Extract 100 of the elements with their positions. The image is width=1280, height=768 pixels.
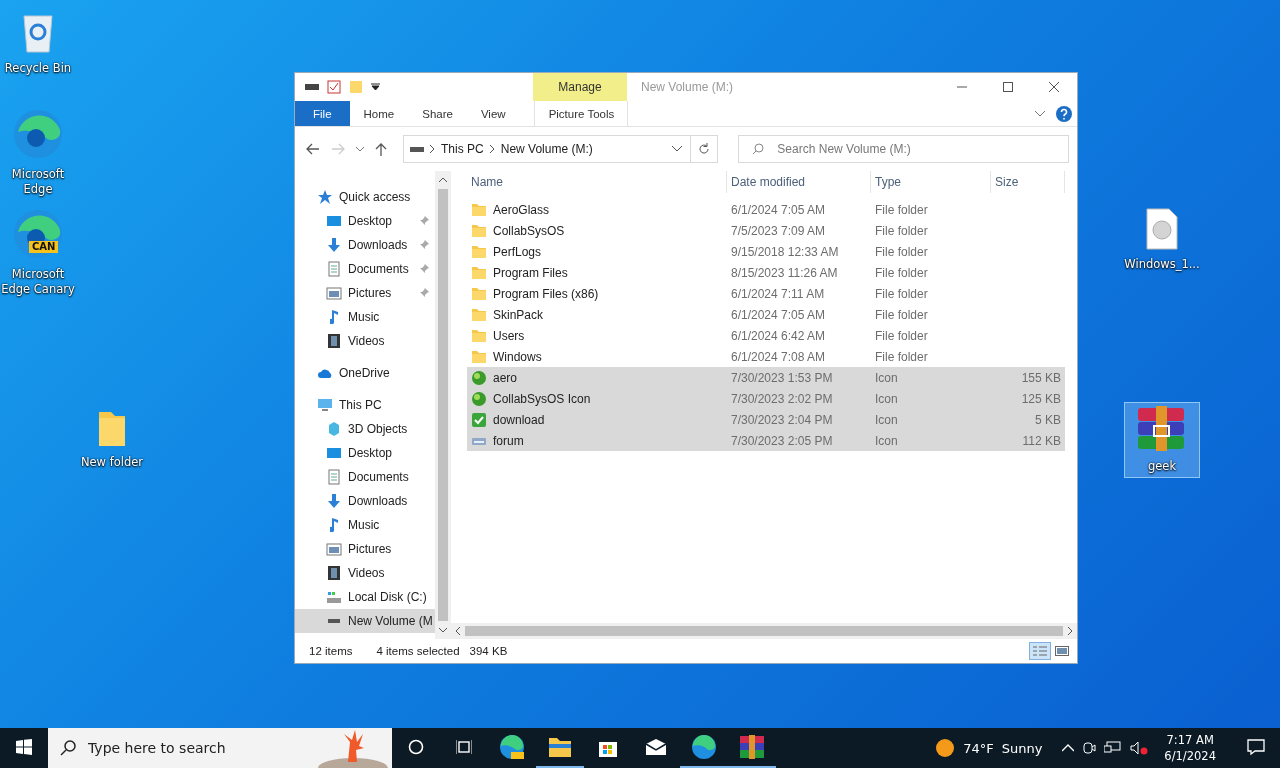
nav-item[interactable]: Desktop xyxy=(295,209,435,233)
nav-item[interactable]: Documents xyxy=(295,257,435,281)
file-row[interactable]: CollabSysOS Icon 7/30/2023 2:02 PM Icon 125 KB xyxy=(467,388,1065,409)
nav-item[interactable]: Videos xyxy=(295,329,435,353)
down-arrow-icon xyxy=(326,493,342,509)
drive-icon xyxy=(410,145,425,153)
drive-icon xyxy=(305,83,319,91)
desktop-icon[interactable]: New folder xyxy=(74,404,150,474)
vertical-scrollbar[interactable] xyxy=(435,171,451,639)
properties-icon[interactable] xyxy=(327,80,341,94)
computer-icon xyxy=(317,397,333,413)
nav-item[interactable]: New Volume (M xyxy=(295,609,435,633)
taskbar-search-field[interactable]: Type here to search xyxy=(48,728,392,768)
scroll-down-icon[interactable] xyxy=(439,625,447,635)
ribbon-tab[interactable]: File xyxy=(295,101,350,126)
refresh-icon xyxy=(698,143,711,155)
picture-icon xyxy=(326,541,342,557)
desktop-icon[interactable]: Windows_1... xyxy=(1124,204,1200,276)
nav-item[interactable]: Pictures xyxy=(295,281,435,305)
cube-icon xyxy=(326,421,342,437)
breadcrumb[interactable]: New Volume (M:) xyxy=(500,142,593,156)
nav-item[interactable]: OneDrive xyxy=(295,361,435,385)
network-icon[interactable] xyxy=(1104,741,1123,755)
folder-icon xyxy=(471,201,487,218)
help-icon[interactable] xyxy=(1055,104,1073,123)
nav-item[interactable]: This PC xyxy=(295,393,435,417)
picture-icon xyxy=(326,285,342,301)
folder-icon xyxy=(471,306,487,323)
nav-item[interactable]: Documents xyxy=(295,465,435,489)
selection-size: 394 KB xyxy=(469,645,508,657)
desktop-icon-label: Microsoft Edge Canary xyxy=(1,267,75,297)
nav-item[interactable]: 3D Objects xyxy=(295,417,435,441)
task-view-icon xyxy=(456,740,472,754)
pin-icon xyxy=(419,288,429,298)
folder-icon xyxy=(471,285,487,302)
monitor-icon xyxy=(326,213,342,229)
scroll-up-icon[interactable] xyxy=(439,175,447,185)
file-row[interactable]: CollabSysOS 7/5/2023 7:09 AM File folder xyxy=(467,220,1065,241)
disc-file-icon xyxy=(1145,208,1179,250)
column-header[interactable]: Type xyxy=(871,171,991,193)
address-bar[interactable]: This PC New Volume (M:) xyxy=(403,135,692,163)
up-arrow-icon xyxy=(375,142,388,156)
dropdown-icon[interactable] xyxy=(371,83,380,91)
meet-now-icon[interactable] xyxy=(1082,741,1097,755)
chevron-down-icon[interactable] xyxy=(1035,110,1045,117)
speaker-muted-icon[interactable] xyxy=(1130,741,1149,755)
scroll-right-icon[interactable] xyxy=(1067,627,1073,635)
weather-temperature[interactable]: 74°F xyxy=(963,740,994,756)
file-row[interactable]: AeroGlass 6/1/2024 7:05 AM File folder xyxy=(467,199,1065,220)
star-icon xyxy=(317,189,333,205)
disk-icon xyxy=(326,589,342,605)
refresh-button[interactable] xyxy=(691,135,719,163)
nav-item[interactable]: Downloads xyxy=(295,233,435,257)
chevron-up-icon[interactable] xyxy=(1062,744,1075,752)
file-row[interactable]: PerfLogs 9/15/2018 12:33 AM File folder xyxy=(467,241,1065,262)
close-icon xyxy=(1049,82,1059,92)
column-header[interactable]: Size xyxy=(991,171,1065,193)
nav-item[interactable]: Pictures xyxy=(295,537,435,561)
window-title: New Volume (M:) xyxy=(641,80,735,94)
file-row[interactable]: Users 6/1/2024 6:42 AM File folder xyxy=(467,325,1065,346)
drive-icon xyxy=(328,619,340,623)
weather-condition[interactable]: Sunny xyxy=(1001,740,1043,756)
nav-item[interactable]: Videos xyxy=(295,561,435,585)
desktop-icon[interactable]: CAN Microsoft Edge Canary xyxy=(0,204,76,301)
file-row[interactable]: SkinPack 6/1/2024 7:05 AM File folder xyxy=(467,304,1065,325)
check-icon xyxy=(471,411,487,428)
chevron-right-icon xyxy=(430,145,436,153)
search-field[interactable]: Search New Volume (M:) xyxy=(738,135,1069,163)
clock[interactable]: 7:17 AM 6/1/2024 xyxy=(1156,732,1224,764)
file-row[interactable]: aero 7/30/2023 1:53 PM Icon 155 KB xyxy=(467,367,1065,388)
chevron-down-icon[interactable] xyxy=(672,146,683,152)
nav-item[interactable]: Quick access xyxy=(295,185,435,209)
details-view-icon xyxy=(1033,646,1047,656)
file-row[interactable]: Program Files 8/15/2023 11:26 AM File folder xyxy=(467,262,1065,283)
nav-item[interactable]: Music xyxy=(295,513,435,537)
file-row[interactable]: download 7/30/2023 2:04 PM Icon 5 KB xyxy=(467,409,1065,430)
pin-icon xyxy=(419,216,429,226)
sun-icon xyxy=(935,738,956,758)
column-header[interactable]: Name xyxy=(467,171,727,193)
breadcrumb[interactable]: This PC xyxy=(441,142,484,156)
nav-item[interactable]: Local Disk (C:) xyxy=(295,585,435,609)
nav-item[interactable]: Downloads xyxy=(295,489,435,513)
music-note-icon xyxy=(330,310,338,324)
down-arrow-icon xyxy=(326,237,342,253)
scroll-left-icon[interactable] xyxy=(455,627,461,635)
file-row[interactable]: Program Files (x86) 6/1/2024 7:11 AM File folder xyxy=(467,283,1065,304)
film-icon xyxy=(326,565,342,581)
column-header[interactable]: Date modified xyxy=(727,171,871,193)
nav-item[interactable]: Music xyxy=(295,305,435,329)
ribbon-tab[interactable]: Picture Tools xyxy=(533,101,628,126)
folder-icon xyxy=(471,348,487,365)
edge-canary-icon xyxy=(499,734,525,760)
nav-item[interactable]: Desktop xyxy=(295,441,435,465)
file-row[interactable]: forum 7/30/2023 2:05 PM Icon 112 KB xyxy=(467,430,1065,451)
file-row[interactable]: Windows 6/1/2024 7:08 AM File folder xyxy=(467,346,1065,367)
desktop-icon-label: geek xyxy=(1147,459,1177,474)
desktop-icon-label: New folder xyxy=(80,455,144,470)
selection-count: 4 items selected xyxy=(376,645,460,657)
canary-badge: CAN xyxy=(29,241,59,253)
horizontal-scrollbar[interactable] xyxy=(451,623,1077,639)
